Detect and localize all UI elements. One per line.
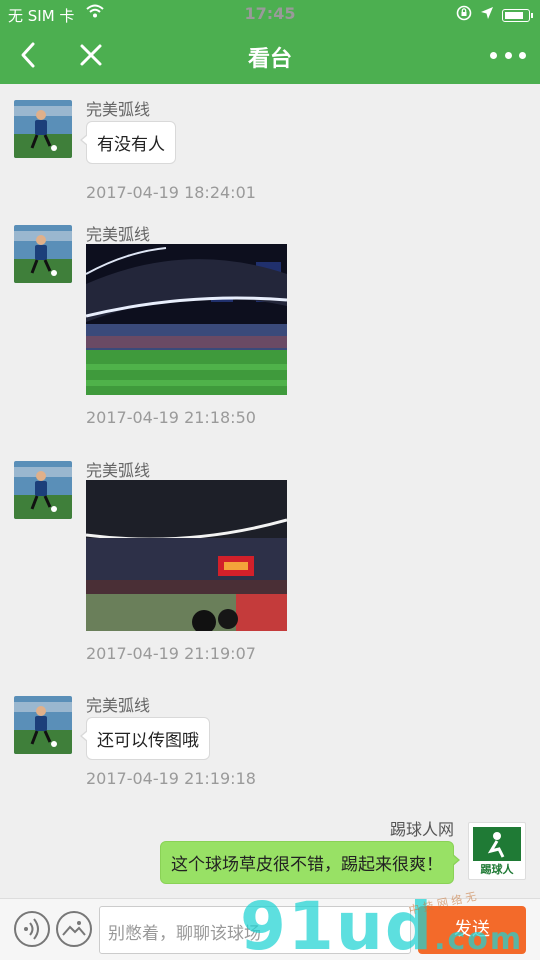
- image-icon[interactable]: [56, 911, 92, 947]
- status-bar: 无 SIM 卡 17:45: [0, 0, 540, 28]
- sender-name: 完美弧线: [86, 225, 151, 244]
- avatar[interactable]: [14, 100, 72, 158]
- message-bubble[interactable]: 有没有人: [80, 121, 176, 164]
- send-button[interactable]: 发送: [418, 906, 526, 954]
- stadium-photo[interactable]: [86, 480, 287, 631]
- message-time: 2017-04-19 18:24:01: [86, 183, 256, 202]
- chat-list[interactable]: 完美弧线 有没有人 2017-04-19 18:24:01 完美弧线 2017-…: [0, 84, 540, 898]
- message-bubble[interactable]: 这个球场草皮很不错，踢起来很爽！: [160, 841, 460, 884]
- avatar[interactable]: [14, 461, 72, 519]
- avatar[interactable]: 踢球人: [468, 822, 526, 880]
- message-input[interactable]: 别憋着，聊聊该球场: [99, 906, 411, 954]
- stadium-photo[interactable]: [86, 244, 287, 395]
- battery-icon: [502, 8, 533, 22]
- sender-name: 完美弧线: [86, 461, 151, 480]
- avatar[interactable]: [14, 225, 72, 283]
- sender-name: 踢球人网: [389, 820, 454, 839]
- message-bubble[interactable]: 还可以传图哦: [80, 717, 210, 760]
- sender-name: 完美弧线: [86, 100, 151, 119]
- avatar[interactable]: [14, 696, 72, 754]
- sender-name: 完美弧线: [86, 696, 151, 715]
- svg-text:踢球人: 踢球人: [481, 862, 515, 876]
- voice-icon[interactable]: [14, 911, 50, 947]
- message-time: 2017-04-19 21:19:18: [86, 769, 256, 788]
- more-dots-icon[interactable]: [490, 42, 526, 68]
- location-icon: [480, 6, 494, 24]
- orientation-lock-icon: [456, 5, 472, 25]
- page-title: 看台: [247, 47, 292, 72]
- message-time: 2017-04-19 21:18:50: [86, 408, 256, 427]
- nav-bar: 看台: [0, 28, 540, 84]
- message-time: 2017-04-19 21:19:07: [86, 644, 256, 663]
